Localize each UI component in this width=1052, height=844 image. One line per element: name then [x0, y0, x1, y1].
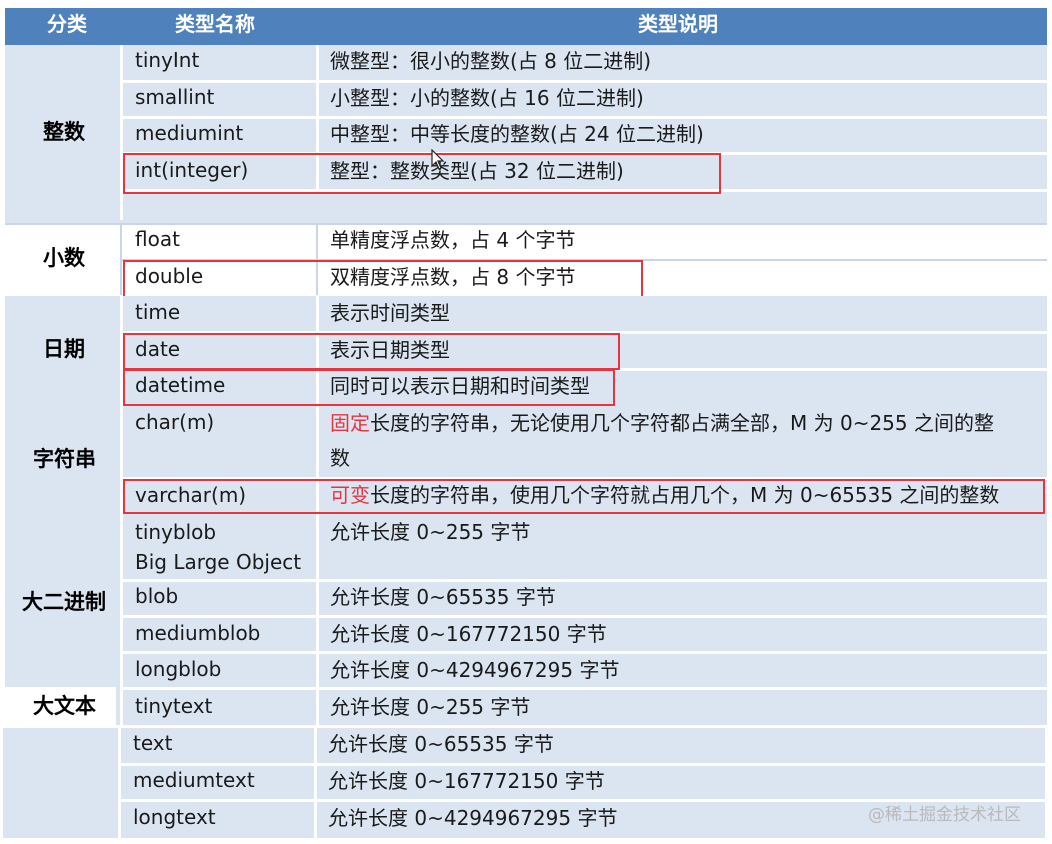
- type-desc-mediumblob: 允许长度 0~167772150 字节: [330, 622, 607, 646]
- type-desc-char-line1: 固定长度的字符串，无论使用几个字符都占满全部，M 为 0~255 之间的整: [330, 411, 994, 435]
- type-desc-longblob: 允许长度 0~4294967295 字节: [330, 658, 620, 682]
- type-desc-longtext: 允许长度 0~4294967295 字节: [328, 806, 618, 830]
- type-desc-blob: 允许长度 0~65535 字节: [330, 585, 556, 609]
- type-desc-mediumtext: 允许长度 0~167772150 字节: [328, 769, 605, 793]
- group-text-left-top: [5, 686, 116, 687]
- type-desc-text: 允许长度 0~65535 字节: [328, 732, 554, 756]
- type-name-mediumblob: mediumblob: [135, 621, 261, 645]
- category-string: 字符串: [33, 447, 96, 471]
- highlight-box-datetime: [123, 369, 615, 406]
- char-emphasis: 固定: [330, 411, 370, 435]
- type-name-tinytext: tinytext: [135, 694, 213, 718]
- highlight-box-int: [123, 153, 721, 194]
- type-name-tinyint: tinyInt: [135, 48, 200, 72]
- type-name-tinyblob-note: Big Large Object: [135, 550, 302, 574]
- type-name-time: time: [135, 300, 181, 324]
- highlight-box-double: [123, 260, 643, 299]
- category-text: 大文本: [33, 694, 96, 718]
- type-name-mediumtext: mediumtext: [133, 768, 255, 792]
- type-desc-smallint: 小整型：小的整数(占 16 位二进制): [330, 86, 644, 110]
- type-name-blob: blob: [135, 584, 179, 608]
- type-name-longblob: longblob: [135, 657, 222, 681]
- watermark: @稀土掘金技术社区: [868, 805, 1021, 825]
- type-desc-char-line2: 数: [330, 446, 350, 470]
- category-integer: 整数: [43, 120, 85, 144]
- header-category: 分类: [47, 12, 87, 36]
- type-name-tinyblob: tinyblob: [135, 520, 217, 544]
- header-description: 类型说明: [638, 12, 718, 36]
- highlight-box-date: [123, 333, 620, 370]
- type-name-mediumint: mediumint: [135, 121, 244, 145]
- type-desc-tinytext: 允许长度 0~255 字节: [330, 695, 531, 719]
- data-type-table: 分类 类型名称 类型说明 整数 tinyInt 微整型：很小的整数(占 8 位二…: [0, 0, 1052, 844]
- header-type-name: 类型名称: [175, 12, 255, 36]
- type-desc-tinyint: 微整型：很小的整数(占 8 位二进制): [330, 49, 652, 73]
- type-name-float: float: [135, 227, 180, 251]
- category-date: 日期: [43, 337, 85, 361]
- mouse-cursor-icon: [431, 149, 445, 170]
- type-desc-float: 单精度浮点数，占 4 个字节: [330, 228, 576, 252]
- highlight-box-varchar: [123, 479, 1045, 514]
- table-header: 分类 类型名称 类型说明: [5, 8, 1047, 45]
- char-desc-rest: 长度的字符串，无论使用几个字符都占满全部，M 为 0~255 之间的整: [370, 411, 994, 435]
- type-desc-tinyblob: 允许长度 0~255 字节: [330, 520, 531, 544]
- type-name-char: char(m): [135, 410, 215, 434]
- type-name-longtext: longtext: [133, 805, 216, 829]
- type-desc-time: 表示时间类型: [330, 301, 450, 325]
- type-name-smallint: smallint: [135, 85, 215, 109]
- category-blob: 大二进制: [22, 590, 106, 614]
- type-name-text: text: [133, 731, 173, 755]
- type-desc-mediumint: 中整型：中等长度的整数(占 24 位二进制): [330, 122, 704, 146]
- category-decimal: 小数: [43, 246, 85, 270]
